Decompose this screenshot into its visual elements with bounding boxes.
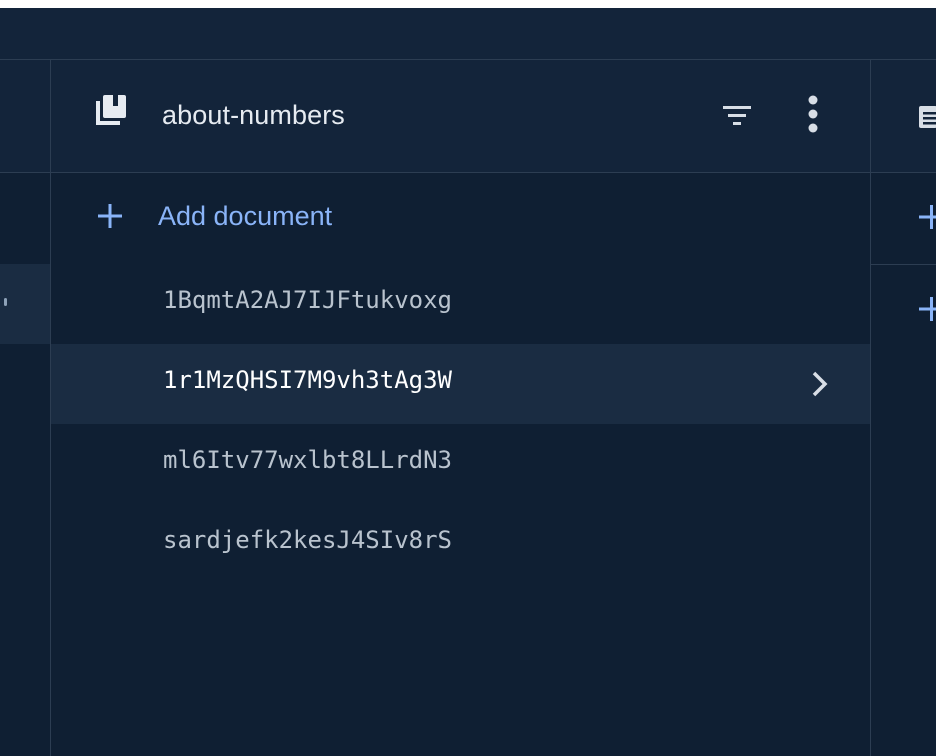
collections-panel — [0, 60, 51, 756]
collection-icon — [96, 95, 126, 125]
selected-collection-indicator — [4, 298, 7, 306]
chevron-right-icon — [812, 371, 828, 397]
more-vert-icon[interactable] — [807, 94, 819, 134]
document-icon — [919, 106, 936, 128]
document-row[interactable]: ml6Itv77wxlbt8LLrdN3 — [51, 424, 870, 504]
document-row[interactable]: 1BqmtA2AJ7IJFtukvoxg — [51, 264, 870, 344]
document-list: 1BqmtA2AJ7IJFtukvoxg 1r1MzQHSI7M9vh3tAg3… — [51, 264, 870, 584]
add-collection-plus-icon[interactable] — [919, 203, 936, 231]
document-id: 1BqmtA2AJ7IJFtukvoxg — [163, 286, 452, 314]
plus-icon — [98, 204, 122, 228]
fields-divider — [871, 264, 936, 265]
document-id: 1r1MzQHSI7M9vh3tAg3W — [163, 366, 452, 394]
collection-title: about-numbers — [162, 100, 345, 130]
document-row-selected[interactable]: 1r1MzQHSI7M9vh3tAg3W — [51, 344, 870, 424]
fields-panel-header — [871, 60, 936, 173]
collections-panel-header — [0, 60, 50, 173]
top-bar — [0, 0, 936, 60]
document-row[interactable]: sardjefk2kesJ4SIv8rS — [51, 504, 870, 584]
filter-icon[interactable] — [723, 104, 751, 128]
document-id: sardjefk2kesJ4SIv8rS — [163, 526, 452, 554]
add-document-label: Add document — [158, 200, 333, 231]
add-document-button[interactable]: Add document — [96, 196, 332, 236]
add-field-plus-icon[interactable] — [919, 295, 936, 323]
documents-panel-header: about-numbers — [51, 60, 870, 173]
top-edge — [0, 0, 936, 8]
selected-collection-row[interactable] — [0, 264, 50, 344]
document-id: ml6Itv77wxlbt8LLrdN3 — [163, 446, 452, 474]
fields-panel — [870, 60, 936, 756]
firestore-data-viewer: about-numbers Add document 1BqmtA2AJ7IJF… — [0, 0, 936, 756]
documents-panel: about-numbers Add document 1BqmtA2AJ7IJF… — [51, 60, 870, 756]
